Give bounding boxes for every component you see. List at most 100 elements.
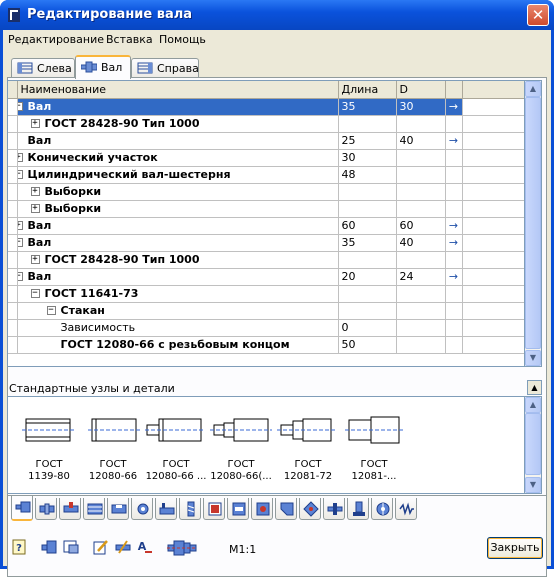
build-model-button[interactable] [165,537,197,557]
header-d[interactable]: D [396,81,446,99]
tab-shaft[interactable]: Вал [75,55,131,79]
menu-help[interactable]: Помощь [159,33,206,46]
table-row[interactable]: −Вал3540→ [8,234,524,252]
row-diameter[interactable]: 30 [396,98,446,116]
row-length[interactable]: 30 [338,149,397,167]
expand-icon[interactable]: + [30,186,40,196]
part-gost-12081[interactable]: ГОСТ 12081-... [339,407,409,487]
category-tab-9[interactable] [203,498,225,520]
row-length[interactable] [338,200,397,218]
row-name-cell[interactable]: + ГОСТ 28428-90 Тип 1000 [17,115,339,133]
expand-icon[interactable]: + [30,118,40,128]
collapse-icon[interactable]: − [17,271,23,281]
header-length[interactable]: Длина [338,81,397,99]
shaft-view-button[interactable] [39,537,59,557]
collapse-icon[interactable]: − [17,237,23,247]
row-diameter[interactable]: 40 [396,132,446,150]
category-tab-13[interactable] [299,498,321,520]
parts-scroll-thumb[interactable] [525,413,541,475]
category-tab-12[interactable] [275,498,297,520]
title-bar[interactable]: Редактирование вала ✕ [0,0,554,30]
table-row[interactable]: −Вал2024→ [8,268,524,286]
row-name-cell[interactable]: + Конический участок [17,149,339,167]
tab-left[interactable]: Слева [11,58,75,78]
tab-right[interactable]: Справа [131,58,199,78]
category-tab-shaft-ends[interactable] [11,496,33,521]
close-button[interactable]: Закрыть [487,537,543,559]
row-arrow-cell[interactable]: → [445,132,463,150]
menu-insert[interactable]: Вставка [106,33,153,46]
row-name-cell[interactable]: − ГОСТ 11641-73 [17,285,339,303]
row-name-cell[interactable]: −Цилиндрический вал-шестерня [17,166,339,184]
row-diameter[interactable] [396,319,446,337]
category-tab-8[interactable] [179,498,201,520]
parts-scroll-down-button[interactable]: ▼ [525,477,541,493]
row-diameter[interactable]: 60 [396,217,446,235]
row-name-cell[interactable]: ГОСТ 12080-66 с резьбовым концом [17,336,339,354]
grid-scroll-up-button[interactable]: ▲ [525,81,541,97]
parts-collapse-button[interactable]: ▲ [527,380,542,395]
table-row[interactable]: + Конический участок 30 [8,149,524,167]
grid-scroll-thumb[interactable] [525,97,541,349]
row-arrow-cell[interactable]: → [445,217,463,235]
category-tab-6[interactable] [131,498,153,520]
table-row[interactable]: −Вал3530→ [8,98,524,116]
collapse-icon[interactable]: − [17,101,23,111]
row-diameter[interactable] [396,285,446,303]
expand-icon[interactable]: + [17,220,23,230]
arrow-right-icon[interactable]: → [446,134,462,148]
row-length[interactable]: 60 [338,217,397,235]
row-length[interactable]: 48 [338,166,397,184]
row-diameter[interactable] [396,149,446,167]
table-row[interactable]: +Вал6060→ [8,217,524,235]
header-name[interactable]: Наименование [17,81,339,99]
row-name-cell[interactable]: −Вал [17,98,339,116]
shaft-params-button[interactable] [113,537,133,557]
row-diameter[interactable] [396,183,446,201]
row-name-cell[interactable]: + ГОСТ 28428-90 Тип 1000 [17,251,339,269]
part-gost-12080-66-variant[interactable]: ГОСТ 12080-66(... [206,407,276,487]
category-tab-14[interactable] [323,498,345,520]
expand-icon[interactable]: + [17,152,23,162]
row-arrow-cell[interactable]: → [445,234,463,252]
category-tab-16[interactable] [371,498,393,520]
row-name-cell[interactable]: − Стакан [17,302,339,320]
category-tab-2[interactable] [35,498,57,520]
row-length[interactable]: 35 [338,98,397,116]
arrow-right-icon[interactable]: → [446,100,462,114]
text-style-button[interactable]: A [135,537,155,557]
category-tab-17[interactable] [395,498,417,520]
row-arrow-cell[interactable]: → [445,268,463,286]
category-tab-10[interactable] [227,498,249,520]
table-row[interactable]: + ГОСТ 28428-90 Тип 1000 [8,115,524,133]
collapse-icon[interactable]: − [46,305,56,315]
shaft-tree-grid[interactable]: Наименование Длина D −Вал3530→+ГОСТ 2842… [7,80,525,367]
row-diameter[interactable] [396,200,446,218]
category-tab-4[interactable] [83,498,105,520]
row-length[interactable] [338,183,397,201]
part-gost-12080-66-threaded[interactable]: ГОСТ 12080-66 ... [141,407,211,487]
table-row[interactable]: − Стакан [8,302,524,320]
arrow-right-icon[interactable]: → [446,270,462,284]
grid-scroll-down-button[interactable]: ▼ [525,350,541,366]
arrow-right-icon[interactable]: → [446,219,462,233]
row-diameter[interactable] [396,115,446,133]
expand-icon[interactable]: + [30,203,40,213]
table-row[interactable]: + Выборки [8,200,524,218]
row-diameter[interactable] [396,302,446,320]
row-diameter[interactable] [396,336,446,354]
row-length[interactable]: 25 [338,132,397,150]
category-tab-11[interactable] [251,498,273,520]
category-tab-7[interactable] [155,498,177,520]
parts-vertical-scrollbar[interactable]: ▲ ▼ [525,396,542,494]
row-name-cell[interactable]: + Выборки [17,183,339,201]
row-diameter[interactable] [396,251,446,269]
row-length[interactable]: 50 [338,336,397,354]
row-diameter[interactable]: 24 [396,268,446,286]
category-tab-15[interactable] [347,498,369,520]
row-name-cell[interactable]: −Вал [17,234,339,252]
row-name-cell[interactable]: −Вал [17,268,339,286]
category-tab-3[interactable] [59,498,81,520]
row-length[interactable]: 0 [338,319,397,337]
arrow-right-icon[interactable]: → [446,236,462,250]
